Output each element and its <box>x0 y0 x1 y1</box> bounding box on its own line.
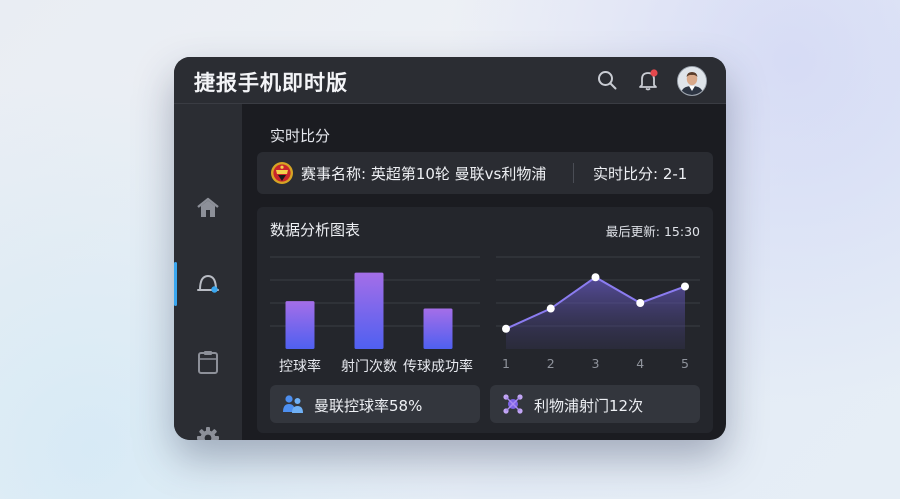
x-tick-label: 4 <box>636 356 644 371</box>
bar-3 <box>423 308 453 349</box>
avatar-image <box>678 67 706 95</box>
bar-2 <box>354 272 384 349</box>
top-bar: 捷报手机即时版 <box>174 57 726 104</box>
live-score: 实时比分: 2-1 <box>593 165 688 183</box>
team-crest-icon <box>271 162 293 184</box>
notification-badge <box>650 69 658 77</box>
sidebar-item-settings[interactable] <box>174 408 242 440</box>
data-point <box>502 324 510 333</box>
data-point <box>636 299 645 307</box>
stat-card-possession[interactable]: 曼联控球率58% <box>270 385 480 423</box>
sidebar-item-home[interactable] <box>174 178 242 238</box>
network-nodes-icon <box>503 394 523 414</box>
bar-category-label: 控球率 <box>279 358 321 375</box>
home-icon <box>197 197 219 217</box>
team-users-icon <box>283 395 303 413</box>
area-fill <box>506 277 685 349</box>
analysis-card: 数据分析图表 最后更新: 15:30 控球率射门次数传球成功率 12345 <box>257 207 713 433</box>
gear-icon <box>197 427 219 440</box>
divider <box>573 163 574 183</box>
bar-1 <box>285 301 315 349</box>
x-tick-label: 2 <box>547 356 555 371</box>
avatar[interactable] <box>677 66 707 96</box>
bar-category-label: 射门次数 <box>341 359 397 375</box>
stat-shots-label: 利物浦射门12次 <box>534 397 644 415</box>
x-tick-label: 1 <box>502 356 510 371</box>
stat-card-shots[interactable]: 利物浦射门12次 <box>490 385 700 423</box>
sidebar-item-clipboard[interactable] <box>174 332 242 392</box>
analysis-charts: 控球率 射门次数 传球成功率 1 2 3 4 5 <box>270 256 700 375</box>
data-point <box>681 282 689 291</box>
x-tick-label: 5 <box>681 356 689 371</box>
clipboard-icon <box>198 351 218 374</box>
data-point <box>546 304 555 313</box>
x-tick-label: 3 <box>592 356 600 371</box>
app-title: 捷报手机即时版 <box>194 71 348 95</box>
match-card[interactable]: 赛事名称: 英超第10轮 曼联vs利物浦 实时比分: 2-1 <box>257 152 713 194</box>
section-title-live-score: 实时比分 <box>270 127 331 145</box>
sidebar <box>174 104 242 440</box>
stat-possession-label: 曼联控球率58% <box>314 397 423 415</box>
search-icon[interactable] <box>596 69 618 91</box>
live-user-icon <box>197 274 219 293</box>
match-name: 赛事名称: 英超第10轮 曼联vs利物浦 <box>301 165 547 183</box>
data-point <box>591 273 600 282</box>
bar-category-label: 传球成功率 <box>403 358 473 375</box>
sidebar-item-live[interactable] <box>174 254 242 314</box>
app-window: 捷报手机即时版 实时比分 赛事名称: 英超第10轮 曼联vs利物浦 实时比分: … <box>174 57 726 440</box>
bell-icon[interactable] <box>637 69 659 91</box>
